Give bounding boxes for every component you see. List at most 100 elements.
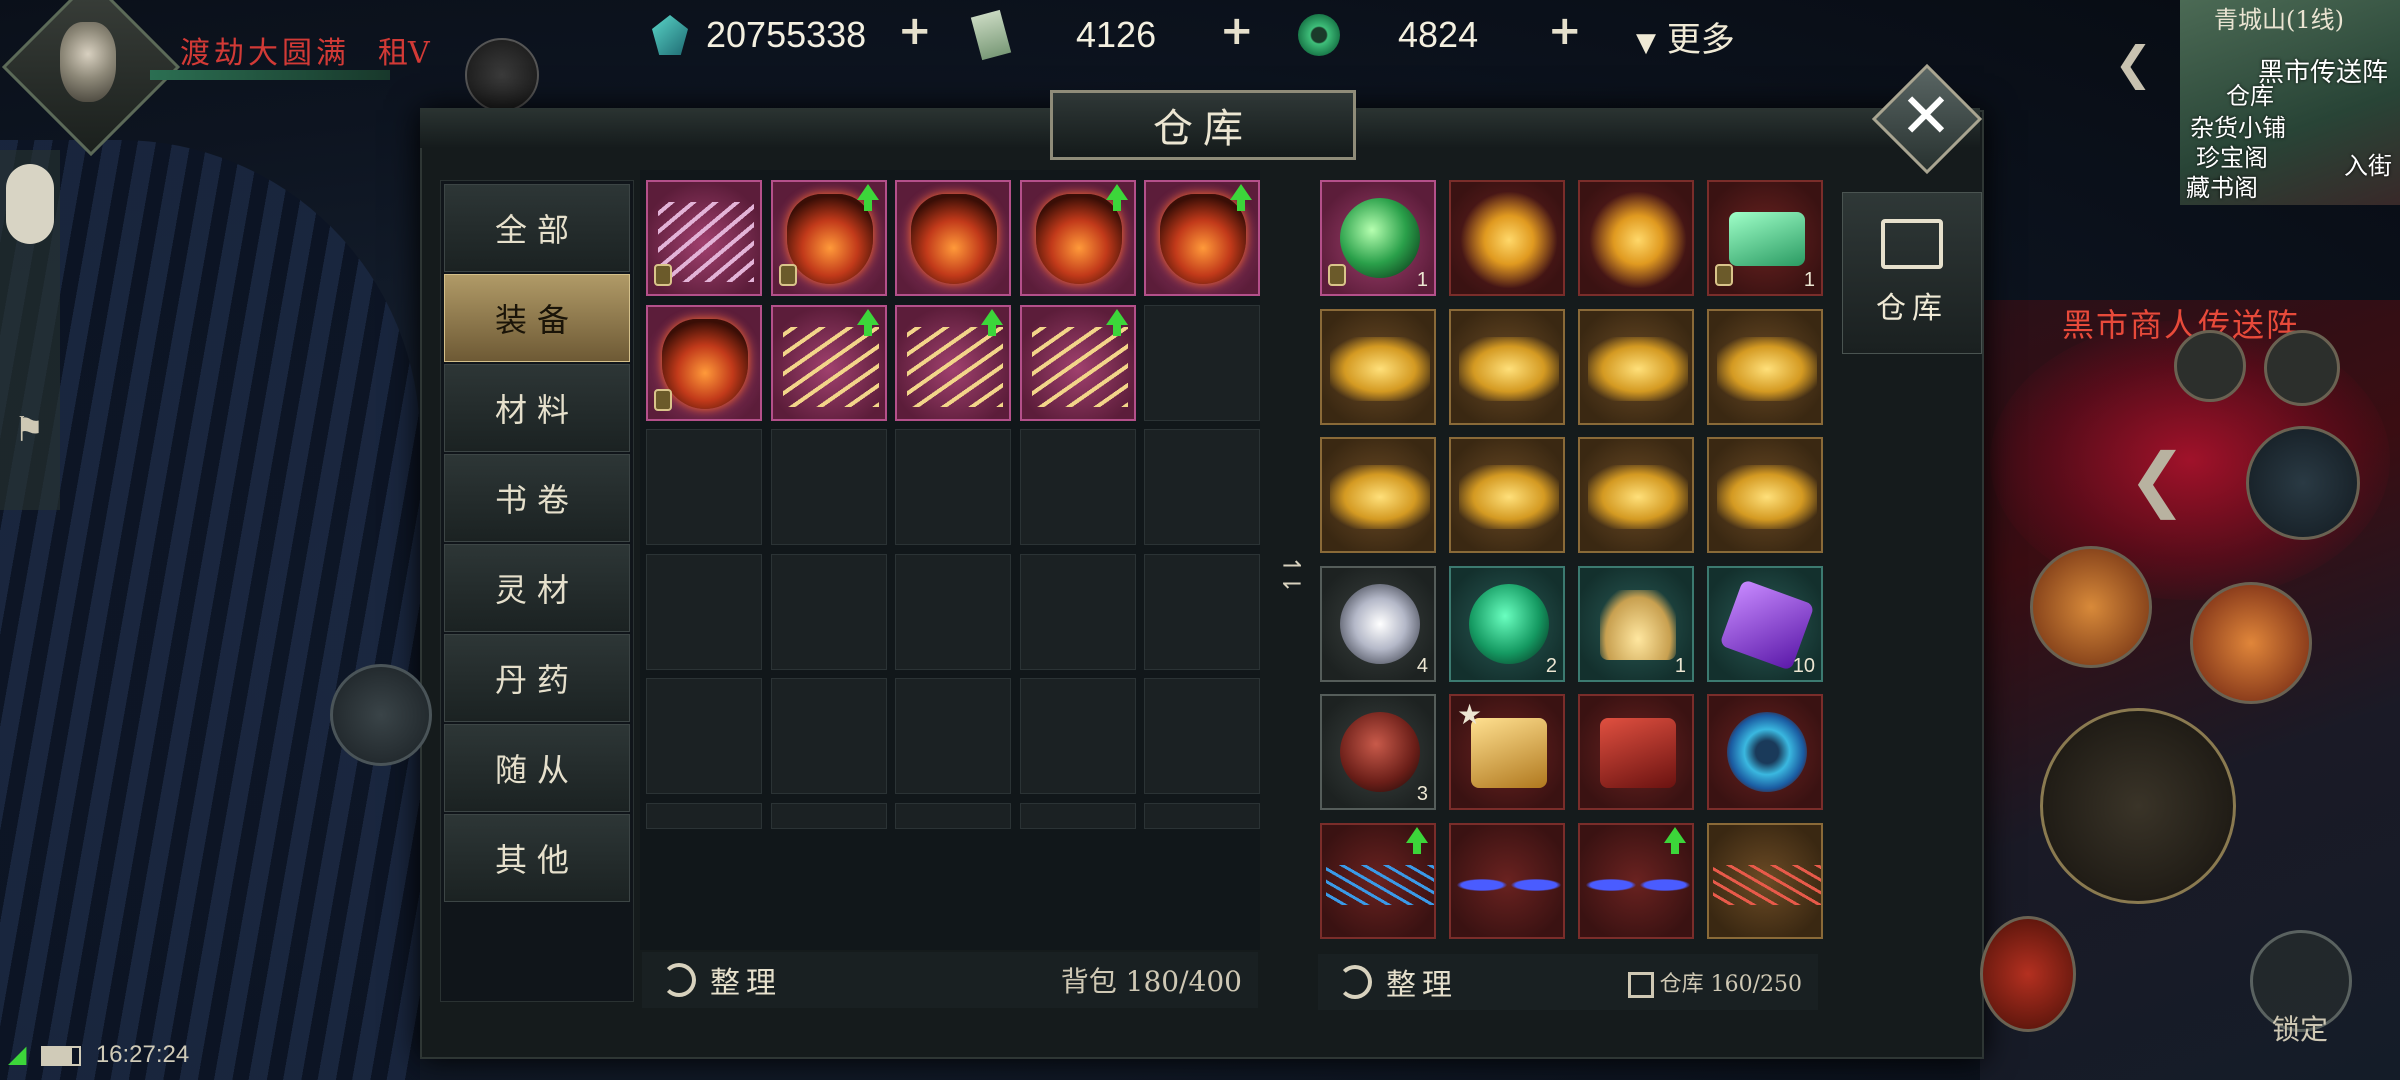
warehouse-item-slot[interactable]: [1578, 822, 1694, 939]
tab-others[interactable]: 其他: [444, 814, 630, 902]
warehouse-item-slot[interactable]: [1449, 822, 1565, 939]
settings-swirl-icon[interactable]: [2264, 330, 2340, 406]
bag-sort-button[interactable]: 整理: [710, 958, 782, 1002]
tab-warehouse[interactable]: 仓库: [1842, 192, 1982, 354]
warehouse-item-slot[interactable]: ★: [1449, 694, 1565, 810]
warehouse-sort-button[interactable]: 整理: [1386, 960, 1458, 1004]
bag-empty-slot[interactable]: [646, 802, 762, 829]
bag-item-slot[interactable]: [895, 180, 1011, 296]
bag-item-slot[interactable]: [646, 304, 762, 421]
lock-target-label: 锁定: [2272, 1013, 2329, 1046]
bag-empty-slot[interactable]: [646, 553, 762, 670]
bag-empty-slot[interactable]: [770, 678, 887, 794]
warehouse-item-slot[interactable]: [1578, 694, 1694, 810]
bag-empty-slot[interactable]: [1144, 802, 1260, 829]
warehouse-item-slot[interactable]: 1: [1578, 565, 1694, 682]
skill-switch-arrow-icon[interactable]: ❮: [2128, 438, 2187, 520]
warehouse-item-slot[interactable]: [1707, 308, 1823, 425]
silver-orb-icon: [1340, 583, 1420, 664]
joystick[interactable]: [330, 664, 432, 766]
warehouse-item-slot[interactable]: [1707, 437, 1823, 553]
bag-item-slot[interactable]: [770, 304, 887, 421]
tab-companions[interactable]: 随从: [444, 724, 630, 812]
bag-footer: 整理 背包 180/400: [642, 952, 1258, 1008]
upgrade-arrow-icon: [856, 184, 879, 211]
bag-item-slot[interactable]: [895, 304, 1011, 421]
tab-spirit-materials[interactable]: 灵材: [444, 544, 630, 632]
bag-empty-slot[interactable]: [770, 429, 887, 545]
bag-empty-slot[interactable]: [770, 802, 887, 829]
player-flag[interactable]: 租V: [378, 28, 430, 72]
warehouse-item-slot[interactable]: 2: [1449, 565, 1565, 682]
collapse-arrow-icon[interactable]: ❮: [2114, 36, 2153, 90]
warehouse-item-slot[interactable]: 1: [1320, 180, 1436, 296]
bound-lock-icon: [1715, 264, 1733, 286]
add-jade-coin-button[interactable]: +: [1548, 8, 1582, 54]
warehouse-item-slot[interactable]: [1707, 822, 1823, 939]
more-button[interactable]: ▼ 更多: [1636, 12, 1735, 61]
bag-empty-slot[interactable]: [646, 429, 762, 545]
player-avatar[interactable]: [60, 22, 116, 102]
warehouse-item-slot[interactable]: [1578, 180, 1694, 296]
bag-empty-slot[interactable]: [1144, 553, 1260, 670]
warehouse-item-slot[interactable]: [1449, 308, 1565, 425]
bag-empty-slot[interactable]: [1144, 304, 1260, 421]
bag-empty-slot[interactable]: [895, 553, 1011, 670]
warehouse-item-slot[interactable]: 4: [1320, 565, 1436, 682]
tab-scrolls[interactable]: 书卷: [444, 454, 630, 542]
bag-empty-slot[interactable]: [1019, 802, 1136, 829]
minimap-label: 黑市传送阵: [2258, 58, 2389, 88]
warehouse-item-slot[interactable]: [1320, 822, 1436, 939]
skill-button-3[interactable]: [1980, 916, 2076, 1032]
skill-button-2[interactable]: [2190, 582, 2312, 704]
warehouse-item-slot[interactable]: [1578, 437, 1694, 553]
warehouse-item-slot[interactable]: [1449, 180, 1565, 296]
golden-sand-icon: [1600, 589, 1676, 660]
jade-orb-icon: [1340, 198, 1420, 278]
bag-item-slot[interactable]: [1019, 180, 1136, 296]
golden-crown-icon: [1459, 465, 1559, 529]
attack-button[interactable]: [2040, 708, 2236, 904]
bag-empty-slot[interactable]: [1019, 429, 1136, 545]
warehouse-item-slot[interactable]: [1320, 308, 1436, 425]
bag-empty-slot[interactable]: [895, 429, 1011, 545]
tab-all[interactable]: 全部: [444, 184, 630, 272]
warehouse-item-slot[interactable]: 1: [1707, 180, 1823, 296]
warehouse-item-slot[interactable]: [1578, 308, 1694, 425]
flag-icon[interactable]: ⚑: [14, 410, 44, 450]
warehouse-item-slot[interactable]: [1320, 437, 1436, 553]
close-icon[interactable]: ✕: [1890, 76, 1962, 156]
warehouse-item-slot[interactable]: 10: [1707, 565, 1823, 682]
taiji-icon[interactable]: [2246, 426, 2360, 540]
bag-empty-slot[interactable]: [646, 678, 762, 794]
bag-item-slot[interactable]: [646, 180, 762, 296]
tab-pills[interactable]: 丹药: [444, 634, 630, 722]
sort-icon[interactable]: [1338, 965, 1372, 999]
warehouse-item-slot[interactable]: [1449, 437, 1565, 553]
bag-empty-slot[interactable]: [1144, 678, 1260, 794]
bag-empty-slot[interactable]: [1019, 678, 1136, 794]
bag-empty-slot[interactable]: [1144, 429, 1260, 545]
add-spirit-stone-button[interactable]: +: [898, 8, 932, 54]
jeweled-fans-icon: [658, 202, 754, 282]
warehouse-item-slot[interactable]: [1707, 694, 1823, 810]
bag-empty-slot[interactable]: [1019, 553, 1136, 670]
window-title-plate: 仓库: [1050, 90, 1356, 160]
talisman-value: 4126: [1076, 14, 1157, 55]
spirit-pet-icon[interactable]: [6, 164, 54, 244]
item-count: 1: [1674, 654, 1686, 677]
add-talisman-button[interactable]: +: [1220, 8, 1254, 54]
bag-quick-icon[interactable]: [2174, 330, 2246, 402]
bag-item-slot[interactable]: [770, 180, 887, 296]
warehouse-item-slot[interactable]: 3: [1320, 694, 1436, 810]
skill-button-1[interactable]: [2030, 546, 2152, 668]
bag-item-slot[interactable]: [1144, 180, 1260, 296]
bag-empty-slot[interactable]: [770, 553, 887, 670]
tab-equipment[interactable]: 装备: [444, 274, 630, 362]
bag-empty-slot[interactable]: [895, 802, 1011, 829]
sect-emblem-icon[interactable]: [465, 38, 539, 112]
tab-materials[interactable]: 材料: [444, 364, 630, 452]
bag-item-slot[interactable]: [1019, 304, 1136, 421]
bag-empty-slot[interactable]: [895, 678, 1011, 794]
sort-icon[interactable]: [662, 963, 696, 997]
